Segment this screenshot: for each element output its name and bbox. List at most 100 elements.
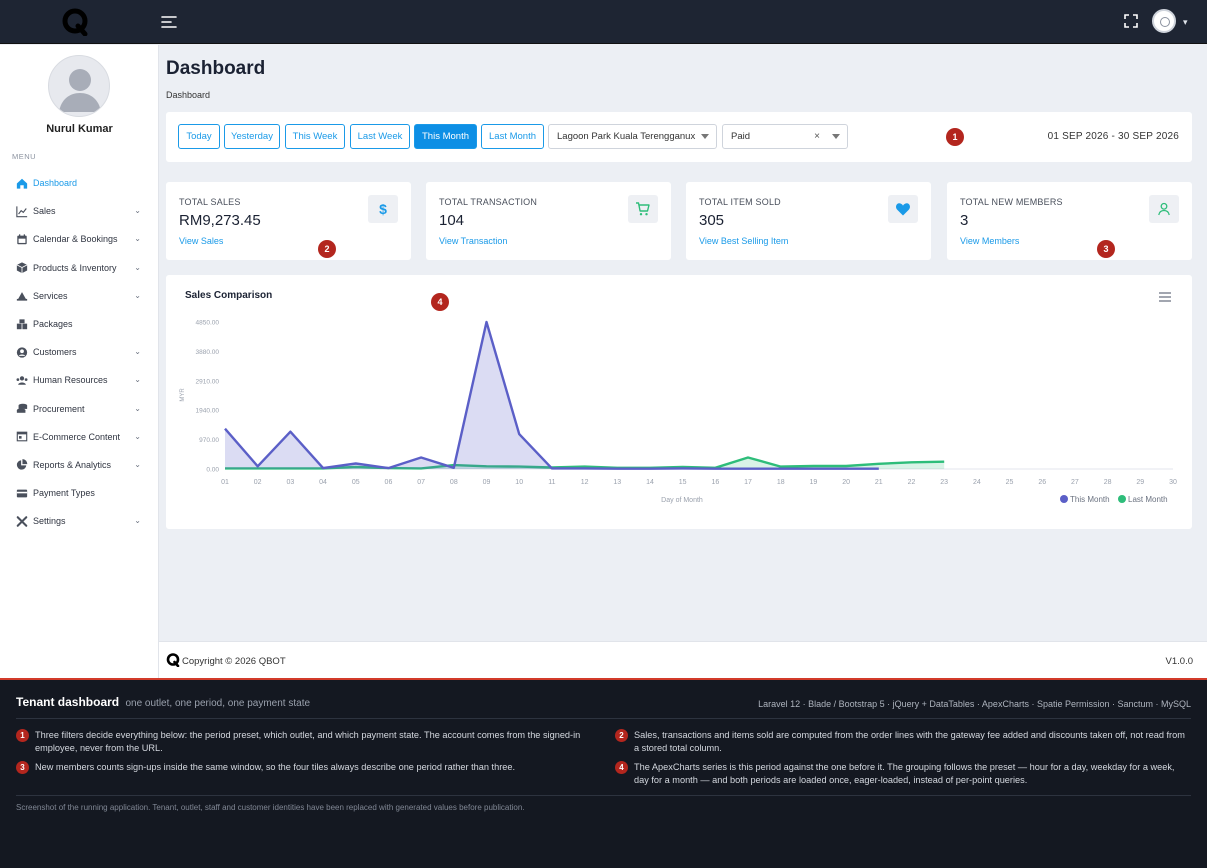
sidebar-item-label: Settings [33, 516, 66, 527]
x-tick-label: 15 [679, 479, 687, 486]
card-value: 104 [439, 212, 465, 229]
x-tick-label: 26 [1038, 479, 1046, 486]
sidebar-item-human-resources[interactable]: Human Resources ⌄ [0, 366, 159, 394]
annotation-badge-1: 1 [946, 128, 964, 146]
sales-comparison-card: 0.00 970.00 1940.00 2910.00 3880.00 4850.00 01… [166, 275, 1192, 529]
x-tick-label: 07 [417, 479, 425, 486]
sidebar-item-e-commerce-content[interactable]: E-Commerce Content ⌄ [0, 423, 159, 451]
sidebar-item-label: Calendar & Bookings [33, 234, 118, 245]
preset-last-month-button[interactable]: Last Month [481, 124, 544, 149]
preset-yesterday-button[interactable]: Yesterday [224, 124, 280, 149]
user-icon [1149, 195, 1179, 223]
sidebar-item-procurement[interactable]: Procurement ⌄ [0, 395, 159, 423]
chevron-down-icon: ⌄ [134, 347, 141, 357]
x-tick-label: 10 [515, 479, 523, 486]
total-sales-card: TOTAL SALES RM9,273.45 View Sales $ [166, 182, 411, 260]
outlet-select[interactable]: Lagoon Park Kuala Terengganux [548, 124, 717, 149]
preset-this-week-button[interactable]: This Week [285, 124, 345, 149]
annotation-badge-2: 2 [318, 240, 336, 258]
chevron-down-icon: ⌄ [134, 431, 141, 441]
sidebar-item-packages[interactable]: Packages [0, 310, 159, 338]
fullscreen-icon[interactable] [1123, 13, 1139, 29]
legend-marker-last-month [1118, 495, 1126, 503]
payment-state-value: Paid [731, 131, 751, 142]
card-title: TOTAL NEW MEMBERS [960, 197, 1063, 207]
sidebar-item-label: Products & Inventory [33, 262, 117, 273]
preset-last-week-button[interactable]: Last Week [350, 124, 410, 149]
note-number-badge: 1 [16, 729, 29, 742]
chevron-down-icon: ⌄ [134, 206, 141, 216]
notes-subtitle: one outlet, one period, one payment stat… [125, 698, 311, 709]
clear-selection-icon[interactable]: × [814, 131, 820, 142]
qbot-logo-icon [166, 653, 180, 667]
menu-toggle-icon[interactable] [160, 13, 178, 31]
note-number-badge: 2 [615, 729, 628, 742]
chart-menu-icon[interactable] [1158, 292, 1172, 302]
notes-panel: Tenant dashboard one outlet, one period,… [0, 678, 1207, 868]
sidebar-item-services[interactable]: Services ⌄ [0, 282, 159, 310]
x-tick-label: 20 [842, 479, 850, 486]
sales-comparison-chart: 0.00 970.00 1940.00 2910.00 3880.00 4850.00 01… [180, 320, 1177, 505]
sidebar-item-label: Dashboard [33, 178, 78, 189]
x-tick-label: 29 [1136, 479, 1144, 486]
avatar [1152, 9, 1176, 33]
sidebar-item-label: Procurement [33, 403, 85, 414]
view-transaction-link[interactable]: View Transaction [439, 236, 507, 246]
sidebar-item-label: Reports & Analytics [33, 459, 112, 470]
y-tick-label: 3880.00 [196, 349, 220, 356]
credit-card-icon [16, 487, 28, 499]
card-title: TOTAL SALES [179, 197, 241, 207]
x-tick-label: 08 [450, 479, 458, 486]
x-tick-label: 16 [711, 479, 719, 486]
disclaimer-text: Screenshot of the running application. T… [16, 803, 525, 812]
tech-stack-text: Laravel 12 · Blade / Bootstrap 5 · jQuer… [758, 699, 1191, 709]
sidebar: Nurul Kumar MENU Dashboard Sales ⌄ Calendar… [0, 45, 159, 678]
sidebar-item-reports-and-analytics[interactable]: Reports & Analytics ⌄ [0, 451, 159, 479]
user-circle-icon [16, 346, 28, 358]
sidebar-item-label: Packages [33, 319, 73, 330]
sidebar-item-dashboard[interactable]: Dashboard [0, 169, 159, 197]
x-tick-label: 06 [385, 479, 393, 486]
sidebar-item-settings[interactable]: Settings ⌄ [0, 507, 159, 535]
annotation-badge-3: 3 [1097, 240, 1115, 258]
sidebar-item-products-and-inventory[interactable]: Products & Inventory ⌄ [0, 254, 159, 282]
preset-today-button[interactable]: Today [178, 124, 220, 149]
card-title: TOTAL ITEM SOLD [699, 197, 781, 207]
note-number-badge: 4 [615, 761, 628, 774]
legend-marker-this-month [1060, 495, 1068, 503]
dollar-icon: $ [368, 195, 398, 223]
breadcrumb[interactable]: Dashboard [166, 90, 210, 100]
qbot-logo-icon[interactable] [61, 8, 89, 36]
legend-label-last-month: Last Month [1128, 495, 1168, 504]
box-icon [16, 262, 28, 274]
sidebar-item-customers[interactable]: Customers ⌄ [0, 338, 159, 366]
x-tick-label: 22 [908, 479, 916, 486]
note-number-badge: 3 [16, 761, 29, 774]
chevron-down-icon: ⌄ [134, 262, 141, 272]
preset-this-month-button[interactable]: This Month [414, 124, 477, 149]
sidebar-item-sales[interactable]: Sales ⌄ [0, 197, 159, 225]
notes-title-text: Tenant dashboard [16, 695, 120, 709]
users-icon [16, 374, 28, 386]
version-text: V1.0.0 [1165, 656, 1193, 667]
sidebar-nav: Dashboard Sales ⌄ Calendar & Bookings ⌄ Produ… [0, 169, 159, 535]
view-members-link[interactable]: View Members [960, 236, 1019, 246]
sidebar-item-payment-types[interactable]: Payment Types [0, 479, 159, 507]
x-tick-label: 11 [548, 479, 555, 486]
divider [16, 718, 1191, 719]
sidebar-item-label: E-Commerce Content [33, 431, 121, 442]
user-menu[interactable]: ▾ [1152, 9, 1198, 35]
card-value: RM9,273.45 [179, 212, 261, 229]
payment-state-select[interactable]: Paid × [722, 124, 848, 149]
chart-title: Sales Comparison [185, 290, 273, 301]
view-best-selling-link[interactable]: View Best Selling Item [699, 236, 788, 246]
sidebar-item-calendar-and-bookings[interactable]: Calendar & Bookings ⌄ [0, 225, 159, 253]
chevron-down-icon: ⌄ [134, 290, 141, 300]
card-value: 305 [699, 212, 725, 229]
view-sales-link[interactable]: View Sales [179, 236, 223, 246]
y-tick-label: 0.00 [206, 467, 219, 474]
card-value: 3 [960, 212, 969, 229]
sidebar-item-label: Human Resources [33, 375, 108, 386]
user-name: Nurul Kumar [46, 123, 113, 135]
chevron-down-icon: ⌄ [134, 375, 141, 385]
